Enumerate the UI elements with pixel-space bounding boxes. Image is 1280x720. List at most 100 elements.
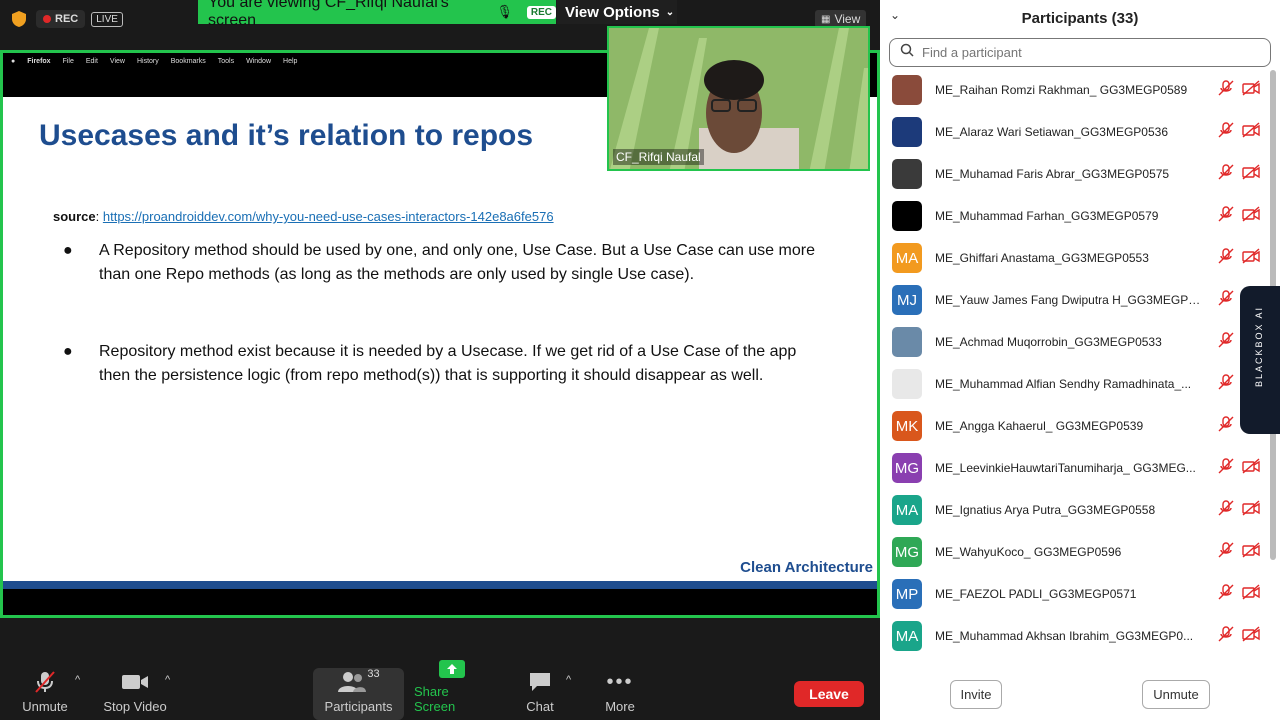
video-off-icon — [1242, 121, 1260, 143]
mic-muted-icon — [1218, 625, 1234, 647]
video-off-icon — [1242, 163, 1260, 185]
view-label: View — [834, 12, 861, 26]
participant-name: ME_Raihan Romzi Rakhman_ GG3MEGP0589 — [935, 83, 1188, 97]
view-options-button[interactable]: View Options ⌄ — [557, 0, 677, 24]
video-off-icon — [1242, 457, 1260, 479]
menu-history: History — [136, 57, 159, 65]
blackbox-label: BLACKBOX AI — [1254, 306, 1264, 388]
share-banner: You are viewing CF_Rifqi Naufal's screen… — [198, 0, 556, 29]
invite-button[interactable]: Invite — [950, 680, 1002, 709]
avatar — [892, 369, 922, 399]
participant-name: ME_WahyuKoco_ GG3MEGP0596 — [935, 545, 1122, 559]
search-input[interactable] — [922, 45, 1242, 60]
avatar — [892, 159, 922, 189]
menu-firefox: Firefox — [27, 57, 51, 65]
participant-row[interactable]: MA ME_Muhammad Akhsan Ibrahim_GG3MEGP0... — [880, 615, 1270, 657]
participants-button[interactable]: 33 Participants — [313, 668, 404, 720]
participant-row[interactable]: MJ ME_Yauw James Fang Dwiputra H_GG3MEGP0… — [880, 279, 1270, 321]
participant-status-icons — [1218, 205, 1260, 227]
participant-row[interactable]: MG ME_LeevinkieHauwtariTanumiharja_ GG3ME… — [880, 447, 1270, 489]
participant-row[interactable]: ME_Muhamad Faris Abrar_GG3MEGP0575 — [880, 153, 1270, 195]
participant-row[interactable]: MP ME_FAEZOL PADLI_GG3MEGP0571 — [880, 573, 1270, 615]
video-off-icon — [1242, 541, 1260, 563]
blackbox-ai-tab[interactable]: BLACKBOX AI — [1240, 286, 1280, 434]
mic-muted-icon — [1218, 499, 1234, 521]
avatar: MA — [892, 495, 922, 525]
participant-status-icons — [1218, 457, 1260, 479]
participants-count: 33 — [367, 668, 380, 680]
panel-title: Participants (33) — [1021, 9, 1139, 27]
share-banner-text: You are viewing CF_Rifqi Naufal's screen — [208, 0, 449, 29]
mic-muted-icon — [1218, 79, 1234, 101]
participant-name: ME_Achmad Muqorrobin_GG3MEGP0533 — [935, 335, 1162, 349]
participant-row[interactable]: ME_Raihan Romzi Rakhman_ GG3MEGP0589 — [880, 69, 1270, 111]
participant-status-icons — [1218, 541, 1260, 563]
grid-icon: ▦ — [821, 13, 831, 25]
bullet-dot-icon: ● — [63, 343, 73, 360]
avatar — [892, 75, 922, 105]
mic-muted-icon — [1218, 583, 1234, 605]
video-off-icon — [1242, 205, 1260, 227]
chevron-up-icon[interactable]: ^ — [75, 674, 80, 686]
participant-name: ME_Muhamad Faris Abrar_GG3MEGP0575 — [935, 167, 1170, 181]
participant-status-icons — [1218, 79, 1260, 101]
video-off-icon — [1242, 499, 1260, 521]
avatar — [892, 201, 922, 231]
menu-view: View — [109, 57, 125, 65]
speaker-video[interactable]: CF_Rifqi Naufal — [607, 26, 870, 171]
mic-muted-icon — [1218, 205, 1234, 227]
video-off-icon — [1242, 625, 1260, 647]
bullet-text: A Repository method should be used by on… — [99, 242, 815, 283]
participant-name: ME_Muhammad Akhsan Ibrahim_GG3MEGP0... — [935, 629, 1194, 643]
avatar: MA — [892, 243, 922, 273]
more-button[interactable]: ••• More — [600, 668, 640, 720]
menu-file: File — [62, 57, 74, 65]
source-link: https://proandroiddev.com/why-you-need-u… — [102, 209, 554, 224]
chevron-up-icon[interactable]: ^ — [165, 674, 170, 686]
participant-row[interactable]: ME_Alaraz Wari Setiawan_GG3MEGP0536 — [880, 111, 1270, 153]
chat-button[interactable]: Chat — [520, 668, 560, 720]
unmute-all-button[interactable]: Unmute — [1142, 680, 1210, 709]
participant-row[interactable]: ME_Muhammad Alfian Sendhy Ramadhinata_..… — [880, 363, 1270, 405]
participant-search[interactable] — [889, 38, 1271, 67]
mic-muted-icon — [1218, 289, 1234, 311]
menu-window: Window — [246, 57, 272, 65]
participant-list: ME_Raihan Romzi Rakhman_ GG3MEGP0589 ME_A… — [880, 69, 1270, 669]
leave-button[interactable]: Leave — [794, 681, 864, 707]
chevron-up-icon[interactable]: ^ — [566, 674, 571, 686]
shield-icon[interactable] — [8, 8, 30, 30]
participant-row[interactable]: ME_Muhammad Farhan_GG3MEGP0579 — [880, 195, 1270, 237]
speaker-name: CF_Rifqi Naufal — [613, 149, 704, 165]
menu-help: Help — [283, 57, 298, 65]
video-off-icon — [1242, 79, 1260, 101]
participant-row[interactable]: MG ME_WahyuKoco_ GG3MEGP0596 — [880, 531, 1270, 573]
live-badge[interactable]: LIVE — [91, 11, 123, 27]
mic-muted-icon — [1218, 121, 1234, 143]
participant-status-icons — [1218, 163, 1260, 185]
record-dot-icon — [43, 15, 51, 23]
avatar: MG — [892, 453, 922, 483]
meeting-area: REC LIVE You are viewing CF_Rifqi Naufal… — [0, 0, 880, 668]
stop-video-button[interactable]: Stop Video — [100, 668, 170, 720]
participant-row[interactable]: MK ME_Angga Kahaerul_ GG3MEGP0539 — [880, 405, 1270, 447]
avatar — [892, 327, 922, 357]
meeting-toolbar: Unmute ^ Stop Video ^ 33 Participants Sh… — [0, 660, 880, 720]
panel-footer: Invite Unmute — [880, 670, 1280, 720]
slide-bullet: ● Repository method exist because it is … — [63, 340, 823, 388]
participant-row[interactable]: MA ME_Ignatius Arya Putra_GG3MEGP0558 — [880, 489, 1270, 531]
slide-bullet: ● A Repository method should be used by … — [63, 239, 823, 287]
slide-source: source: https://proandroiddev.com/why-yo… — [53, 209, 554, 224]
chat-bubble-icon — [528, 669, 552, 695]
slide-title: Usecases and it’s relation to repos — [39, 119, 534, 152]
chevron-down-icon: ⌄ — [665, 6, 675, 18]
video-camera-icon — [121, 669, 149, 695]
participant-name: ME_Alaraz Wari Setiawan_GG3MEGP0536 — [935, 125, 1168, 139]
participant-row[interactable]: MA ME_Ghiffari Anastama_GG3MEGP0553 — [880, 237, 1270, 279]
participant-name: ME_FAEZOL PADLI_GG3MEGP0571 — [935, 587, 1137, 601]
mic-muted-icon — [1218, 247, 1234, 269]
participants-panel: ⌄ Participants (33) ME_Raihan Romzi Rakh… — [880, 0, 1280, 720]
recording-badge[interactable]: REC — [36, 10, 86, 28]
unmute-button[interactable]: Unmute — [20, 668, 70, 720]
share-screen-button[interactable]: Share Screen — [414, 660, 490, 720]
participant-row[interactable]: ME_Achmad Muqorrobin_GG3MEGP0533 — [880, 321, 1270, 363]
